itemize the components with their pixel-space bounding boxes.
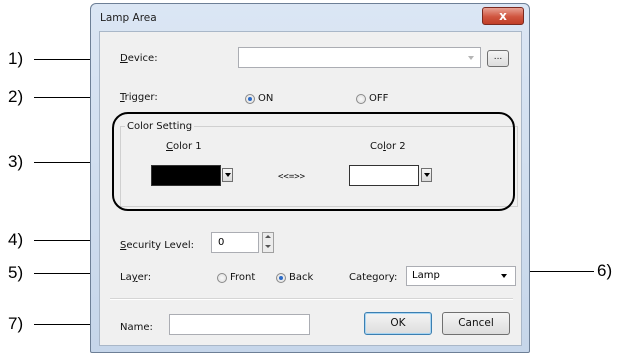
trigger-on-label: ON	[258, 93, 274, 104]
security-level-label: Security Level:	[120, 240, 195, 251]
category-label: Category:	[349, 272, 398, 283]
device-browse-button[interactable]: ...	[487, 50, 509, 67]
layer-back-radio[interactable]	[276, 273, 286, 283]
callout-4: 4)	[8, 230, 24, 249]
close-button[interactable]: x	[482, 7, 524, 25]
layer-back-label: Back	[289, 272, 314, 283]
trigger-on-radio[interactable]	[245, 94, 255, 104]
ok-button[interactable]: OK	[364, 312, 432, 335]
callout-5: 5)	[8, 263, 24, 282]
device-combo[interactable]	[238, 47, 481, 68]
spin-up-icon[interactable]	[265, 235, 271, 238]
trigger-off-radio[interactable]	[356, 94, 366, 104]
trigger-label: Trigger:	[120, 92, 158, 103]
close-icon: x	[499, 9, 507, 23]
callout-6: 6)	[597, 261, 613, 280]
category-select[interactable]: Lamp	[406, 266, 516, 286]
trigger-off-label: OFF	[369, 93, 389, 104]
security-level-input[interactable]: 0	[211, 232, 259, 253]
layer-front-radio[interactable]	[217, 273, 227, 283]
layer-label: Layer:	[120, 272, 152, 283]
layer-front-label: Front	[230, 272, 256, 283]
dropdown-arrow-icon	[468, 56, 474, 60]
color-setting-highlight-frame	[112, 112, 515, 211]
spin-down-icon[interactable]	[265, 245, 271, 248]
dialog-title: Lamp Area	[100, 12, 157, 24]
callout-2: 2)	[8, 87, 24, 106]
name-input[interactable]	[169, 314, 310, 335]
security-level-spinner[interactable]	[262, 232, 274, 253]
name-label: Name:	[120, 322, 153, 333]
callout-7: 7)	[8, 314, 24, 333]
dropdown-arrow-icon	[501, 274, 507, 278]
callout-3: 3)	[8, 152, 24, 171]
cancel-button[interactable]: Cancel	[442, 312, 510, 335]
callout-1: 1)	[8, 49, 24, 68]
device-label: Device:	[120, 53, 158, 64]
separator	[110, 298, 513, 300]
